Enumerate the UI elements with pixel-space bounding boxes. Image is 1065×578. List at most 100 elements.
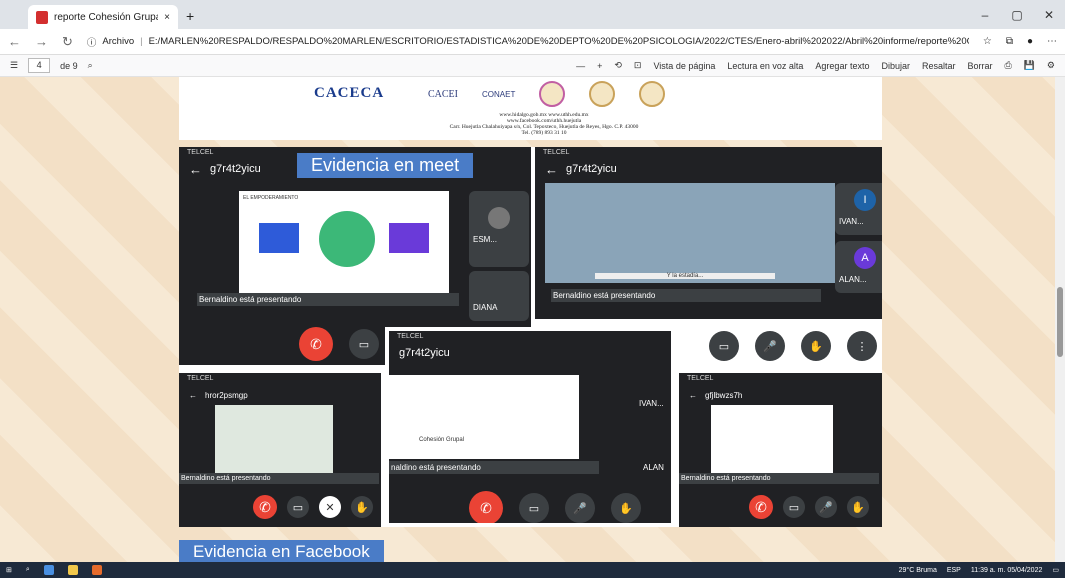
- refresh-icon[interactable]: ↻: [62, 34, 73, 50]
- maximize-button[interactable]: ▢: [1001, 8, 1033, 22]
- phone-status: TELCEL: [687, 375, 714, 382]
- clock[interactable]: 11:39 a. m. 05/04/2022: [971, 567, 1043, 574]
- rotate-icon[interactable]: ⟲: [614, 60, 622, 71]
- evidence-facebook-title: Evidencia en Facebook: [179, 540, 384, 562]
- logos-row: CACECA CACEI CONAET: [314, 81, 666, 107]
- conaet-logo: CONAET: [482, 89, 516, 99]
- settings-icon[interactable]: ⚙: [1047, 60, 1055, 71]
- url-text: E:/MARLEN%20RESPALDO/RESPALDO%20MARLEN/E…: [148, 36, 969, 47]
- address-bar: ← → ↻ ⓘ Archivo | E:/MARLEN%20RESPALDO/R…: [0, 29, 1065, 55]
- cacei-logo: CACEI: [428, 88, 458, 100]
- zoom-out-button[interactable]: —: [576, 61, 585, 71]
- explorer-icon[interactable]: [67, 565, 78, 575]
- meet-code-bar: ← hror2psmgp: [179, 385, 381, 405]
- back-icon: ←: [689, 390, 697, 400]
- firefox-icon[interactable]: [91, 565, 102, 575]
- tab-bar: reporte Cohesión Grupal y sana × + – ▢ ✕: [0, 0, 1065, 29]
- page-view-button[interactable]: Vista de página: [653, 61, 715, 71]
- presenting-label: Bernaldino está presentando: [179, 473, 379, 484]
- hand-icon[interactable]: ✋: [801, 331, 831, 361]
- participant-tile: ESM...: [469, 191, 529, 267]
- call-controls-2: ▭ 🎤 ✋ ⋮: [709, 331, 877, 361]
- scroll-thumb[interactable]: [1057, 287, 1063, 357]
- avatar: A: [854, 247, 876, 269]
- minimize-button[interactable]: –: [969, 8, 1001, 22]
- camera-icon[interactable]: ▭: [519, 493, 549, 523]
- slide-empowerment: EL EMPODERAMIENTO: [239, 191, 449, 299]
- hand-icon[interactable]: ✋: [847, 496, 869, 518]
- tab-report[interactable]: reporte Cohesión Grupal y sana ×: [28, 5, 178, 29]
- highlight-button[interactable]: Resaltar: [922, 61, 956, 71]
- avatar: I: [854, 189, 876, 211]
- camera-icon[interactable]: ▭: [349, 329, 379, 359]
- save-icon[interactable]: 💾: [1024, 60, 1035, 71]
- pdf-page-header: CACECA CACEI CONAET www.hidalgo.gob.mx w…: [179, 77, 882, 140]
- phone-status: TELCEL: [543, 149, 570, 156]
- new-tab-button[interactable]: +: [186, 8, 194, 24]
- file-label: Archivo: [102, 36, 135, 47]
- camera-icon[interactable]: ▭: [783, 496, 805, 518]
- weather[interactable]: 29°C Bruma: [899, 567, 937, 574]
- erase-button[interactable]: Borrar: [967, 61, 992, 71]
- meet-code-bar: ← g7r4t2yicu: [535, 159, 882, 179]
- meet-code: g7r4t2yicu: [399, 347, 450, 359]
- end-call-icon[interactable]: ✆: [749, 495, 773, 519]
- pdf-icon: [36, 10, 48, 24]
- profile-icon[interactable]: ●: [1027, 36, 1033, 47]
- vertical-scrollbar[interactable]: [1055, 77, 1065, 562]
- gold-seal-icon: [589, 81, 616, 107]
- url-field[interactable]: ⓘ Archivo | E:/MARLEN%20RESPALDO/RESPALD…: [87, 35, 969, 49]
- participant-name: IVAN...: [639, 399, 664, 408]
- search-icon[interactable]: ⌕: [88, 60, 93, 71]
- start-icon[interactable]: ⊞: [6, 566, 12, 574]
- notification-icon[interactable]: ▭: [1052, 566, 1059, 574]
- more-icon[interactable]: ⋮: [847, 331, 877, 361]
- close-window-button[interactable]: ✕: [1033, 8, 1065, 22]
- forward-icon[interactable]: →: [35, 34, 48, 49]
- mic-icon[interactable]: 🎤: [565, 493, 595, 523]
- meet-code-bar: g7r4t2yicu: [389, 343, 671, 363]
- circle-diagram: [319, 211, 375, 267]
- hand-icon[interactable]: ✋: [611, 493, 641, 523]
- call-controls: ✆ ▭ 🎤 ✋: [469, 491, 641, 523]
- mic-icon[interactable]: 🎤: [815, 496, 837, 518]
- tab-close-icon[interactable]: ×: [164, 12, 170, 23]
- system-tray: 29°C Bruma ESP 11:39 a. m. 05/04/2022 ▭: [899, 566, 1059, 575]
- zoom-in-button[interactable]: +: [597, 61, 602, 71]
- participant-name: ALAN...: [839, 275, 867, 284]
- avatar: [488, 207, 510, 229]
- edge-icon[interactable]: [43, 565, 54, 575]
- menu-icon[interactable]: ⋯: [1047, 36, 1057, 47]
- hand-icon[interactable]: ✋: [351, 496, 373, 518]
- camera-icon[interactable]: ▭: [709, 331, 739, 361]
- right-arrow-shape: [389, 223, 429, 253]
- address-block: www.hidalgo.gob.mx www.uthh.edu.mx www.f…: [429, 112, 659, 136]
- end-call-icon[interactable]: ✆: [299, 327, 333, 361]
- participant-tile: I IVAN...: [835, 183, 882, 235]
- collections-icon[interactable]: ⧉: [1006, 36, 1013, 47]
- page-number-input[interactable]: 4: [28, 58, 51, 73]
- contents-icon[interactable]: ☰: [10, 60, 18, 71]
- end-call-icon[interactable]: ✆: [253, 495, 277, 519]
- language[interactable]: ESP: [947, 567, 961, 574]
- mic-off-icon[interactable]: ✕: [319, 496, 341, 518]
- fit-icon[interactable]: ⊡: [634, 60, 642, 71]
- back-icon[interactable]: ←: [8, 34, 21, 49]
- call-controls: ✆ ▭ ✕ ✋: [253, 495, 373, 519]
- read-aloud-button[interactable]: Lectura en voz alta: [727, 61, 803, 71]
- search-icon[interactable]: ⌕: [26, 566, 30, 574]
- left-arrow-shape: [259, 223, 299, 253]
- meet-code-bar: ← gfjlbwzs7h: [679, 385, 882, 405]
- draw-button[interactable]: Dibujar: [881, 61, 910, 71]
- slide-cohesion: Cohesión Grupal: [389, 375, 579, 459]
- add-text-button[interactable]: Agregar texto: [815, 61, 869, 71]
- favorite-icon[interactable]: ☆: [983, 36, 992, 47]
- pdf-page-evidence: TELCEL ← g7r4t2yicu EL EMPODERAMIENTO Ber…: [179, 147, 882, 527]
- slide-title: Cohesión Grupal: [419, 437, 465, 443]
- camera-icon[interactable]: ▭: [287, 496, 309, 518]
- print-icon[interactable]: ⎙: [1005, 60, 1012, 71]
- meet-code: g7r4t2yicu: [566, 163, 617, 175]
- back-icon: ←: [545, 161, 558, 177]
- mic-icon[interactable]: 🎤: [755, 331, 785, 361]
- end-call-icon[interactable]: ✆: [469, 491, 503, 523]
